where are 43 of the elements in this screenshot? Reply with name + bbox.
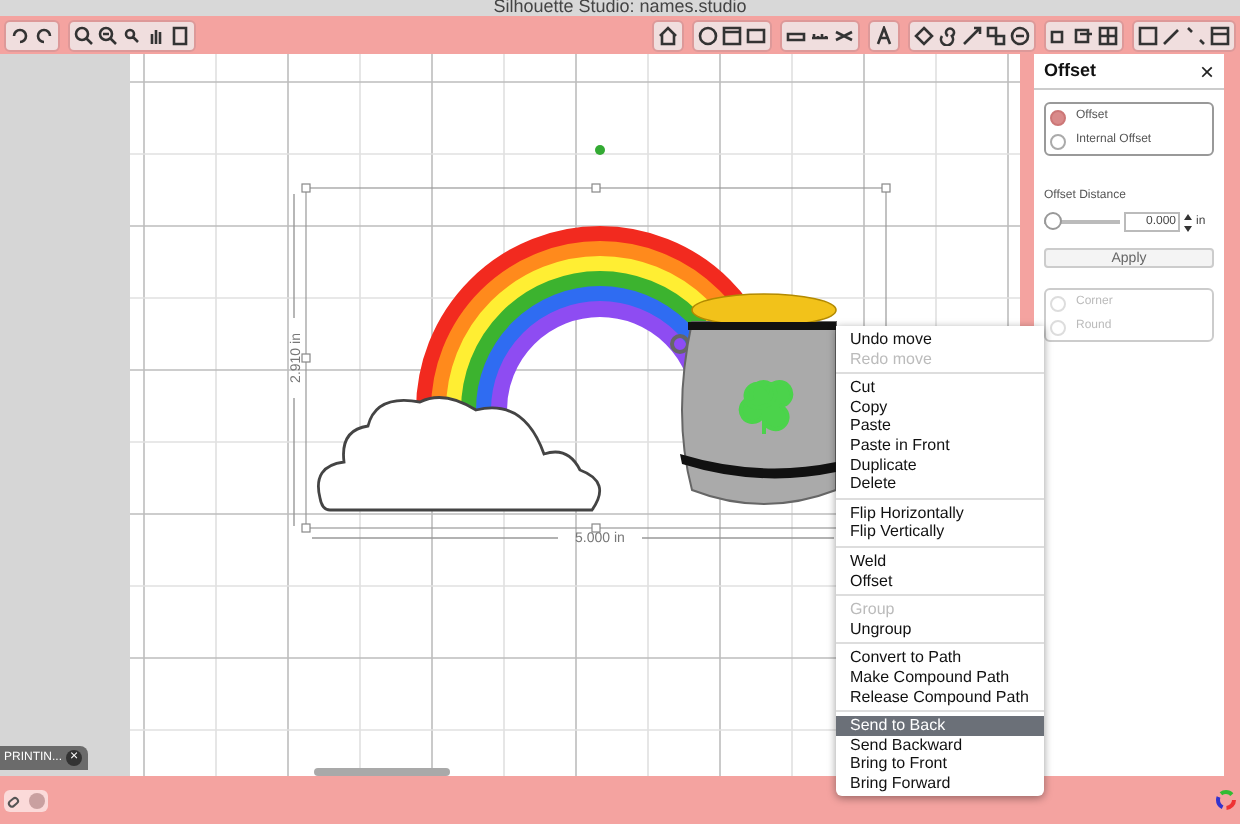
- window-icon[interactable]: [722, 25, 742, 45]
- menu-item[interactable]: Flip Vertically: [836, 522, 1044, 542]
- close-button[interactable]: ×: [1199, 59, 1214, 83]
- color-wheel-icon[interactable]: [1216, 790, 1236, 810]
- menu-item[interactable]: Bring to Front: [836, 754, 1044, 774]
- menu-item[interactable]: Undo move: [836, 330, 1044, 350]
- menu-item[interactable]: Weld: [836, 551, 1044, 572]
- menu-item[interactable]: Paste: [836, 416, 1044, 436]
- menu-item[interactable]: Delete: [836, 474, 1044, 494]
- menu-item[interactable]: Send Backward: [836, 735, 1044, 755]
- menu-item[interactable]: Convert to Path: [836, 648, 1044, 668]
- menu-item[interactable]: Offset: [836, 571, 1044, 591]
- square-icon[interactable]: [1138, 25, 1158, 45]
- menu-item[interactable]: Duplicate: [836, 455, 1044, 475]
- slider-thumb[interactable]: [1044, 212, 1062, 230]
- redo-icon[interactable]: [34, 25, 54, 45]
- zoom-out-icon[interactable]: [98, 25, 118, 45]
- rotate-handle[interactable]: [595, 145, 605, 155]
- horizontal-scrollbar[interactable]: [314, 768, 450, 776]
- menu-item[interactable]: Send to Back: [836, 716, 1044, 736]
- text-icon[interactable]: [874, 25, 894, 45]
- zoom-in-icon[interactable]: [74, 25, 94, 45]
- menu-item[interactable]: Release Compound Path: [836, 687, 1044, 707]
- undo-icon[interactable]: [10, 25, 30, 45]
- menu-item[interactable]: Paste in Front: [836, 435, 1044, 456]
- rainbow-cloud-pot-drawing[interactable]: [317, 226, 837, 512]
- home-icon[interactable]: [658, 25, 678, 45]
- stepper-icon[interactable]: [1184, 213, 1192, 231]
- panel-title: Offset: [1044, 57, 1097, 84]
- radio-button[interactable]: [1050, 109, 1066, 125]
- menu-item[interactable]: Bring Forward: [836, 773, 1044, 793]
- magnifier-icon[interactable]: [122, 25, 142, 45]
- pencil-icon[interactable]: [1162, 25, 1182, 45]
- frame-icon[interactable]: [746, 25, 766, 45]
- radio-button[interactable]: [1050, 133, 1066, 149]
- page-icon[interactable]: [170, 25, 190, 45]
- grid-icon[interactable]: [1098, 25, 1118, 45]
- menu-item[interactable]: Flip Horizontally: [836, 503, 1044, 523]
- menu-item[interactable]: Copy: [836, 397, 1044, 417]
- menu-item[interactable]: Ungroup: [836, 619, 1044, 639]
- menu-item[interactable]: Make Compound Path: [836, 667, 1044, 687]
- menu-item[interactable]: Cut: [836, 378, 1044, 398]
- link-icon[interactable]: [6, 791, 24, 809]
